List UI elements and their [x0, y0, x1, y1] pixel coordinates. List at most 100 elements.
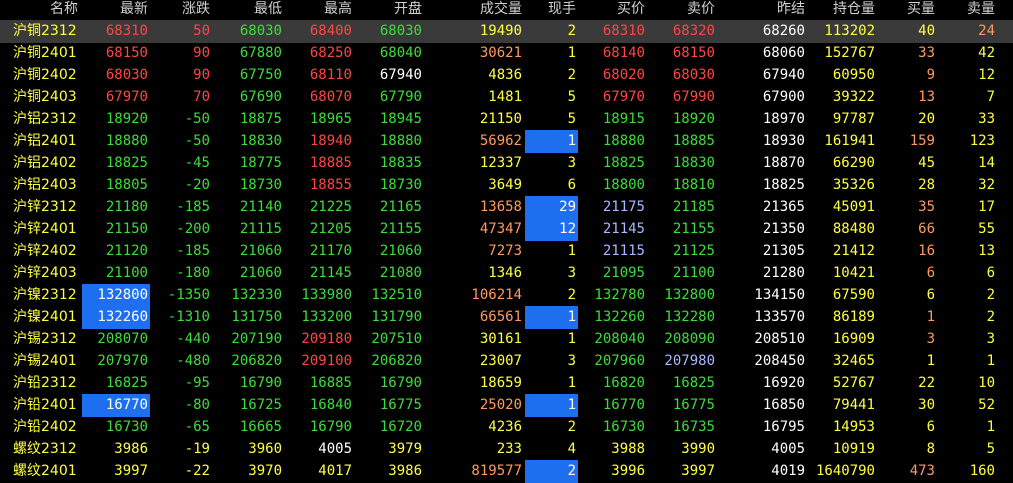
open: 67790 — [379, 89, 422, 105]
volume: 66561 — [479, 309, 522, 325]
header-high[interactable]: 最高 — [282, 0, 352, 20]
contract-name: 螺纹2312 — [13, 441, 77, 457]
open: 68040 — [379, 45, 422, 61]
open-interest: 16909 — [832, 331, 875, 347]
ask-qty: 42 — [978, 45, 995, 61]
low: 21060 — [239, 265, 282, 281]
ask-qty: 123 — [969, 133, 995, 149]
table-row[interactable]: 沪铅2402 16730 -65 16665 16790 16720 4236 2 16730 1… — [0, 416, 1013, 439]
high: 209100 — [301, 353, 352, 369]
volume: 18659 — [479, 375, 522, 391]
bid-price: 3996 — [611, 463, 645, 479]
bid-price: 21095 — [602, 265, 645, 281]
header-ask-qty[interactable]: 卖量 — [935, 0, 995, 20]
current-hand: 2 — [567, 23, 576, 39]
open: 21165 — [379, 199, 422, 215]
low: 3970 — [248, 463, 282, 479]
high: 21170 — [309, 243, 352, 259]
volume: 4836 — [488, 67, 522, 83]
open-interest: 86189 — [832, 309, 875, 325]
ask-qty: 32 — [978, 177, 995, 193]
volume: 23007 — [479, 353, 522, 369]
contract-name: 沪铅2401 — [13, 397, 77, 413]
header-open[interactable]: 开盘 — [352, 0, 422, 20]
open-interest: 60950 — [832, 67, 875, 83]
last-price: 21150 — [105, 221, 148, 237]
table-row[interactable]: 沪锡2401 207970 -480 206820 209100 206820 23007 3… — [0, 350, 1013, 373]
low: 18875 — [239, 111, 282, 127]
open-interest: 97787 — [832, 111, 875, 127]
header-bid[interactable]: 买价 — [578, 0, 645, 20]
header-current-hand[interactable]: 现手 — [523, 0, 578, 20]
change: -19 — [184, 441, 210, 457]
open: 18945 — [379, 111, 422, 127]
current-hand: 3 — [567, 265, 576, 281]
table-row[interactable]: 沪镍2401 132260 -1310 131750 133200 131790 66561… — [0, 306, 1013, 329]
bid-qty: 22 — [918, 375, 935, 391]
low: 18775 — [239, 155, 282, 171]
volume: 56962 — [479, 133, 522, 149]
table-row[interactable]: 沪铝2401 18880 -50 18830 18940 18880 56962 1 18880… — [0, 130, 1013, 153]
low: 16790 — [239, 375, 282, 391]
table-row[interactable]: 沪锌2312 21180 -185 21140 21225 21165 13658 29 211… — [0, 196, 1013, 219]
table-row[interactable]: 沪锡2312 208070 -440 207190 209180 207510 30161 1… — [0, 328, 1013, 351]
volume: 3649 — [488, 177, 522, 193]
table-row[interactable]: 沪铅2312 16825 -95 16790 16885 16790 18659 1 16820… — [0, 372, 1013, 395]
table-row[interactable]: 沪铜2402 68030 90 67750 68110 67940 4836 2 68020 68… — [0, 64, 1013, 87]
ask-qty: 13 — [978, 243, 995, 259]
last-price: 207970 — [97, 353, 148, 369]
table-row[interactable]: 沪锌2401 21150 -200 21115 21205 21155 47347 12 211… — [0, 218, 1013, 241]
header-change[interactable]: 涨跌 — [150, 0, 210, 20]
high: 21205 — [309, 221, 352, 237]
current-hand: 1 — [567, 45, 576, 61]
bid-price: 207960 — [594, 353, 645, 369]
header-volume[interactable]: 成交量 — [450, 0, 522, 20]
table-row[interactable]: 螺纹2312 3986 -19 3960 4005 3979 233 4 3988 3990 400… — [0, 438, 1013, 461]
table-row[interactable]: 沪锌2402 21120 -185 21060 21170 21060 7273 1 21115… — [0, 240, 1013, 263]
bid-price: 68020 — [602, 67, 645, 83]
table-row[interactable]: 沪铝2312 18920 -50 18875 18965 18945 21150 5 18915… — [0, 108, 1013, 131]
current-hand: 5 — [567, 111, 576, 127]
ask-price: 132280 — [664, 309, 715, 325]
change: 90 — [193, 67, 210, 83]
bid-price: 3988 — [611, 441, 645, 457]
ask-qty: 7 — [986, 89, 995, 105]
header-open-interest[interactable]: 持仓量 — [805, 0, 875, 20]
ask-qty: 1 — [986, 353, 995, 369]
header-name[interactable]: 名称 — [0, 0, 78, 20]
ask-qty: 33 — [978, 111, 995, 127]
high: 68250 — [309, 45, 352, 61]
table-row[interactable]: 沪镍2312 132800 -1350 132330 133980 132510 10621… — [0, 284, 1013, 307]
table-row[interactable]: 沪锌2403 21100 -180 21060 21145 21080 1346 3 21095… — [0, 262, 1013, 285]
bid-price: 67970 — [602, 89, 645, 105]
table-row[interactable]: 沪铜2401 68150 90 67880 68250 68040 30621 1 68140 6… — [0, 42, 1013, 65]
bid-price: 16820 — [602, 375, 645, 391]
prev-settle: 21305 — [762, 243, 805, 259]
table-row[interactable]: 沪铝2402 18825 -45 18775 18885 18835 12337 3 18825… — [0, 152, 1013, 175]
current-hand: 2 — [567, 419, 576, 435]
last-price: 18920 — [105, 111, 148, 127]
low: 3960 — [248, 441, 282, 457]
volume: 21150 — [479, 111, 522, 127]
table-row[interactable]: 沪铝2403 18805 -20 18730 18855 18730 3649 6 18800 1… — [0, 174, 1013, 197]
contract-name: 沪铜2403 — [13, 89, 77, 105]
table-row[interactable]: 螺纹2401 3997 -22 3970 4017 3986 819577 2 3996 3997… — [0, 460, 1013, 483]
header-prev-settle[interactable]: 昨结 — [735, 0, 805, 20]
high: 18885 — [309, 155, 352, 171]
current-hand: 1 — [525, 394, 578, 417]
table-row[interactable]: 沪铜2403 67970 70 67690 68070 67790 1481 5 67970 67… — [0, 86, 1013, 109]
header-ask[interactable]: 卖价 — [645, 0, 715, 20]
last-price: 3986 — [114, 441, 148, 457]
contract-name: 沪锡2401 — [13, 353, 77, 369]
table-row[interactable]: 沪铅2401 16770 -80 16725 16840 16775 25020 1 16770… — [0, 394, 1013, 417]
low: 67750 — [239, 67, 282, 83]
last-price: 68030 — [105, 67, 148, 83]
header-bid-qty[interactable]: 买量 — [875, 0, 935, 20]
ask-qty: 14 — [978, 155, 995, 171]
change: -185 — [176, 199, 210, 215]
table-row[interactable]: 沪铜2312 68310 50 68030 68400 68030 19490 2 68310 6… — [0, 20, 1013, 43]
contract-name: 沪锌2401 — [13, 221, 77, 237]
header-low[interactable]: 最低 — [210, 0, 282, 20]
header-last[interactable]: 最新 — [78, 0, 150, 20]
open-interest: 88480 — [832, 221, 875, 237]
